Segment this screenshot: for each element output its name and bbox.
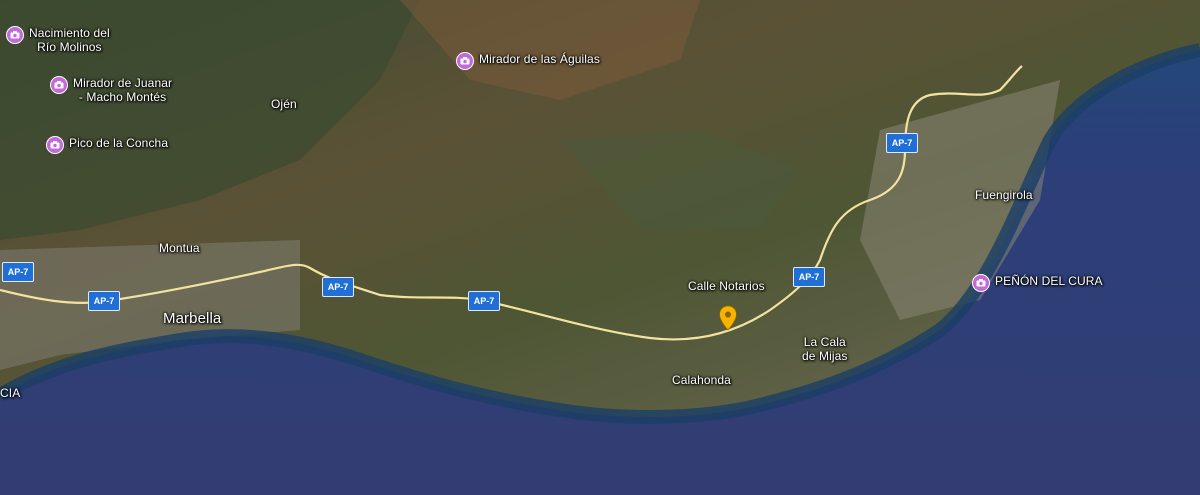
place-la-cala-de-mijas: La Cala de Mijas xyxy=(802,335,848,363)
place-marbella: Marbella xyxy=(163,310,222,327)
place-fuengirola: Fuengirola xyxy=(975,188,1033,202)
poi-label: PEÑÓN DEL CURA xyxy=(995,274,1103,288)
camera-icon xyxy=(50,76,68,94)
place-calahonda: Calahonda xyxy=(672,373,731,387)
poi-label: Pico de la Concha xyxy=(69,136,169,150)
poi-pico-concha[interactable]: Pico de la Concha xyxy=(46,136,168,154)
poi-nacimiento[interactable]: Nacimiento del Río Molinos xyxy=(6,26,110,54)
ap7-shield[interactable]: AP-7 xyxy=(468,291,500,311)
location-marker-icon[interactable] xyxy=(718,305,738,331)
place-ojen: Ojén xyxy=(271,97,297,111)
camera-icon xyxy=(6,26,24,44)
ap7-shield[interactable]: AP-7 xyxy=(793,267,825,287)
place-calle-notarios: Calle Notarios xyxy=(688,279,765,293)
ap7-shield[interactable]: AP-7 xyxy=(322,277,354,297)
poi-penon-cura[interactable]: PEÑÓN DEL CURA xyxy=(972,274,1103,292)
camera-icon xyxy=(972,274,990,292)
camera-icon xyxy=(46,136,64,154)
poi-label: Nacimiento del Río Molinos xyxy=(29,26,110,54)
place-montua: Montua xyxy=(159,241,200,255)
ap7-shield[interactable]: AP-7 xyxy=(88,291,120,311)
ap7-shield[interactable]: AP-7 xyxy=(886,133,918,153)
ap7-shield[interactable]: AP-7 xyxy=(2,262,34,282)
poi-label: Mirador de las Águilas xyxy=(479,52,600,66)
satellite-map[interactable]: Nacimiento del Río Molinos Mirador de Jua… xyxy=(0,0,1200,495)
camera-icon xyxy=(456,52,474,70)
poi-mirador-juanar[interactable]: Mirador de Juanar - Macho Montés xyxy=(50,76,172,104)
poi-label: Mirador de Juanar - Macho Montés xyxy=(73,76,173,104)
poi-mirador-aguilas[interactable]: Mirador de las Águilas xyxy=(456,52,600,70)
place-edge-label: CIA xyxy=(0,386,21,400)
